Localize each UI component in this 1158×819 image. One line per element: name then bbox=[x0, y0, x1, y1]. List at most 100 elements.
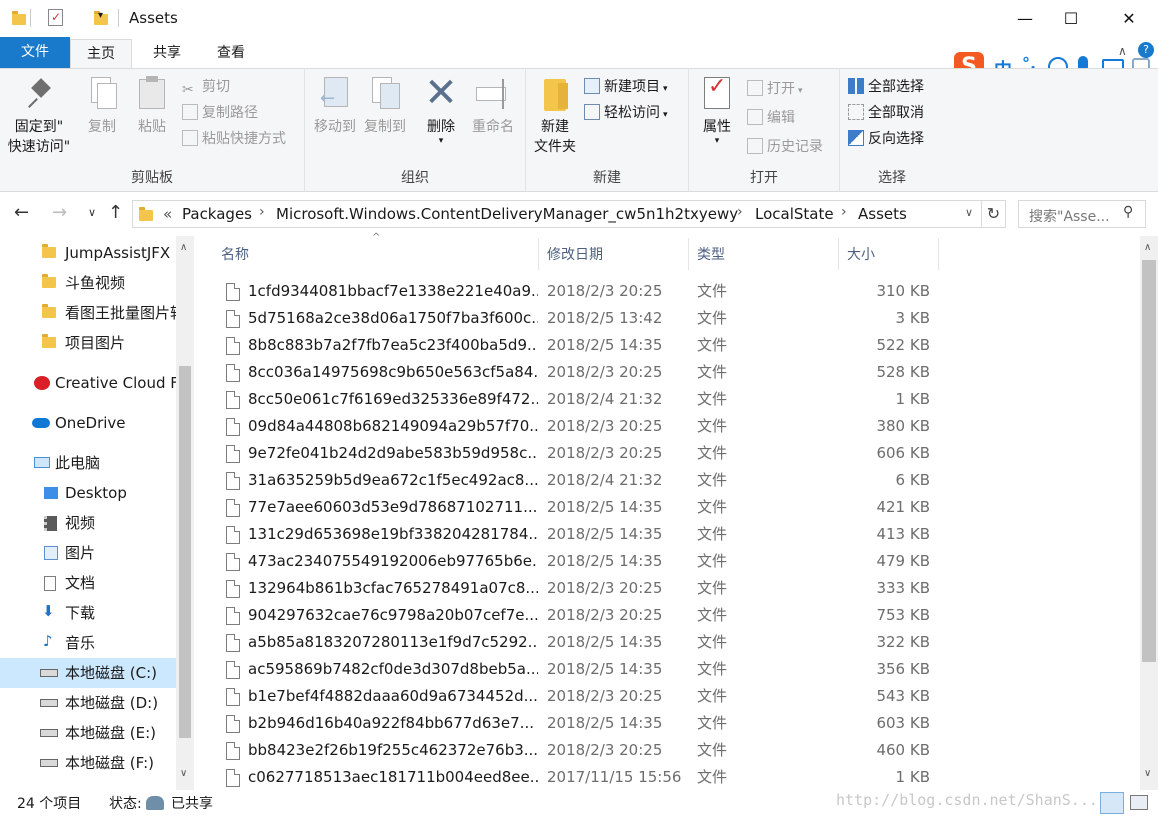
properties-button[interactable]: ✓ 属性 ▾ bbox=[697, 75, 737, 146]
easy-access-button[interactable]: 轻松访问 ▾ bbox=[584, 101, 668, 125]
edit-button[interactable]: 编辑 bbox=[747, 106, 795, 130]
customize-qat-icon[interactable]: ▾ bbox=[98, 10, 103, 21]
nav-item-desktop[interactable]: Desktop bbox=[0, 478, 176, 508]
delete-dropdown-icon[interactable]: ▾ bbox=[421, 137, 461, 146]
scroll-down-icon[interactable]: ∨ bbox=[1144, 768, 1151, 779]
new-item-button[interactable]: 新建项目 ▾ bbox=[584, 75, 668, 99]
refresh-icon[interactable]: ↻ bbox=[982, 200, 1006, 228]
breadcrumb-separator-icon[interactable]: › bbox=[259, 204, 265, 220]
large-icons-view-icon[interactable] bbox=[1130, 795, 1148, 810]
scroll-up-icon[interactable]: ∧ bbox=[1144, 242, 1151, 253]
breadcrumb-contentdeliverymanager[interactable]: Microsoft.Windows.ContentDeliveryManager… bbox=[276, 205, 738, 223]
nav-item-music[interactable]: ♪ 音乐 bbox=[0, 628, 176, 658]
file-row[interactable]: 1cfd9344081bbacf7e1338e221e40a9... 2018/2… bbox=[218, 278, 938, 305]
nav-item-downloads[interactable]: ⬇ 下载 bbox=[0, 598, 176, 628]
file-list-scrollbar[interactable]: ∧ ∨ bbox=[1140, 236, 1158, 790]
breadcrumb-localstate[interactable]: LocalState bbox=[755, 205, 834, 223]
file-row[interactable]: bb8423e2f26b19f255c462372e76b3... 2018/2/… bbox=[218, 737, 938, 764]
file-row[interactable]: b2b946d16b40a922f84bb677d63e7... 2018/2/5… bbox=[218, 710, 938, 737]
nav-item-creative-cloud[interactable]: Creative Cloud F bbox=[0, 368, 176, 398]
select-all-button[interactable]: 全部选择 bbox=[848, 75, 924, 99]
nav-item-drive-c[interactable]: 本地磁盘 (C:) bbox=[0, 658, 176, 688]
nav-item-project-images[interactable]: 项目图片 bbox=[0, 328, 176, 358]
nav-item-image-batch[interactable]: 看图王批量图片转 bbox=[0, 298, 176, 328]
tab-file[interactable]: 文件 bbox=[0, 37, 70, 68]
file-list-scroll-thumb[interactable] bbox=[1142, 260, 1156, 662]
select-none-button[interactable]: 全部取消 bbox=[848, 101, 924, 125]
properties-dropdown-icon[interactable]: ▾ bbox=[697, 137, 737, 146]
move-to-button[interactable]: ← 移动到 bbox=[311, 75, 359, 137]
address-dropdown-chevron-icon[interactable]: ∨ bbox=[965, 206, 973, 219]
recent-locations-chevron-icon[interactable]: ∨ bbox=[88, 206, 96, 219]
column-divider[interactable] bbox=[538, 238, 539, 270]
nav-item-douyu-video[interactable]: 斗鱼视频 bbox=[0, 268, 176, 298]
file-row[interactable]: 8cc50e061c7f6169ed325336e89f472... 2018/2… bbox=[218, 386, 938, 413]
nav-item-videos[interactable]: 视频 bbox=[0, 508, 176, 538]
nav-item-drive-e[interactable]: 本地磁盘 (E:) bbox=[0, 718, 176, 748]
file-row[interactable]: 904297632cae76c9798a20b07cef7e... 2018/2/… bbox=[218, 602, 938, 629]
file-row[interactable]: 8cc036a14975698c9b650e563cf5a84... 2018/2… bbox=[218, 359, 938, 386]
tab-home[interactable]: 主页 bbox=[70, 39, 132, 68]
navigation-pane-scroll-thumb[interactable] bbox=[179, 366, 191, 738]
file-row[interactable]: 132964b861b3cfac765278491a07c8... 2018/2/… bbox=[218, 575, 938, 602]
breadcrumb-separator-icon[interactable]: › bbox=[737, 204, 743, 220]
open-button[interactable]: 打开 ▾ bbox=[747, 77, 803, 101]
tab-share[interactable]: 共享 bbox=[137, 39, 197, 68]
minimize-button[interactable]: — bbox=[1002, 0, 1048, 36]
breadcrumb-assets[interactable]: Assets bbox=[858, 205, 907, 223]
file-row[interactable]: 9e72fe041b24d2d9abe583b59d958c... 2018/2/… bbox=[218, 440, 938, 467]
file-row[interactable]: 473ac234075549192006eb97765b6e... 2018/2/… bbox=[218, 548, 938, 575]
copy-to-button[interactable]: 复制到 bbox=[361, 75, 409, 137]
file-row[interactable]: 131c29d653698e19bf338204281784... 2018/2/… bbox=[218, 521, 938, 548]
nav-item-drive-f[interactable]: 本地磁盘 (F:) bbox=[0, 748, 176, 778]
paste-button[interactable]: 粘贴 bbox=[132, 75, 172, 137]
tab-view[interactable]: 查看 bbox=[201, 39, 261, 68]
file-row[interactable]: b1e7bef4f4882daaa60d9a6734452d... 2018/2/… bbox=[218, 683, 938, 710]
column-divider[interactable] bbox=[838, 238, 839, 270]
address-bar[interactable]: « Packages › Microsoft.Windows.ContentDe… bbox=[132, 200, 982, 228]
column-header-type[interactable]: 类型 bbox=[697, 244, 725, 264]
properties-qat-icon[interactable]: ✓ bbox=[48, 9, 63, 26]
new-folder-button[interactable]: 新建 文件夹 bbox=[530, 75, 580, 157]
file-row[interactable]: 5d75168a2ce38d06a1750f7ba3f600c... 2018/2… bbox=[218, 305, 938, 332]
nav-item-jumpassistjfx[interactable]: JumpAssistJFX bbox=[0, 238, 176, 268]
nav-item-this-pc[interactable]: 此电脑 bbox=[0, 448, 176, 478]
invert-selection-button[interactable]: 反向选择 bbox=[848, 127, 924, 151]
nav-item-documents[interactable]: 文档 bbox=[0, 568, 176, 598]
search-icon[interactable]: ⚲ bbox=[1123, 204, 1133, 220]
paste-shortcut-button[interactable]: 粘贴快捷方式 bbox=[182, 127, 286, 151]
nav-item-drive-d[interactable]: 本地磁盘 (D:) bbox=[0, 688, 176, 718]
copy-button[interactable]: 复制 bbox=[82, 75, 122, 137]
breadcrumb-separator-icon[interactable]: › bbox=[841, 204, 847, 220]
breadcrumb-overflow[interactable]: « bbox=[163, 205, 172, 223]
file-row[interactable]: ac595869b7482cf0de3d307d8beb5a... 2018/2/… bbox=[218, 656, 938, 683]
navigation-pane-scrollbar[interactable]: ∧ ∨ bbox=[176, 236, 194, 790]
file-row[interactable]: c0627718513aec181711b004eed8ee... 2017/11… bbox=[218, 764, 938, 791]
delete-button[interactable]: ✕ 删除 ▾ bbox=[421, 73, 461, 146]
column-header-name[interactable]: 名称 bbox=[221, 244, 249, 264]
file-row[interactable]: a5b85a8183207280113e1f9d7c5292... 2018/2/… bbox=[218, 629, 938, 656]
nav-item-pictures[interactable]: 图片 bbox=[0, 538, 176, 568]
column-divider[interactable] bbox=[688, 238, 689, 270]
close-button[interactable]: ✕ bbox=[1106, 0, 1152, 36]
pin-quick-access-button[interactable]: 固定到" 快速访问" bbox=[6, 75, 72, 157]
search-input[interactable]: 搜索"Asse... bbox=[1029, 206, 1110, 226]
column-header-size[interactable]: 大小 bbox=[847, 244, 875, 264]
maximize-button[interactable]: ☐ bbox=[1048, 0, 1094, 36]
copy-path-button[interactable]: 复制路径 bbox=[182, 101, 258, 125]
file-row[interactable]: 31a635259b5d9ea672c1f5ec492ac8... 2018/2/… bbox=[218, 467, 938, 494]
up-arrow-icon[interactable]: ↑ bbox=[108, 202, 123, 223]
column-header-date[interactable]: 修改日期 bbox=[547, 244, 603, 264]
file-row[interactable]: 8b8c883b7a2f7fb7ea5c23f400ba5d9... 2018/2… bbox=[218, 332, 938, 359]
details-view-icon[interactable] bbox=[1100, 792, 1124, 814]
rename-button[interactable]: 重命名 bbox=[469, 75, 517, 137]
cut-button[interactable]: ✂ 剪切 bbox=[182, 75, 230, 99]
back-arrow-icon[interactable]: ← bbox=[14, 202, 29, 223]
scroll-up-icon[interactable]: ∧ bbox=[180, 242, 187, 253]
search-box[interactable]: 搜索"Asse... ⚲ bbox=[1018, 200, 1146, 228]
file-row[interactable]: 77e7aee60603d53e9d78687102711... 2018/2/5… bbox=[218, 494, 938, 521]
column-divider[interactable] bbox=[938, 238, 939, 270]
nav-item-onedrive[interactable]: OneDrive bbox=[0, 408, 176, 438]
breadcrumb-packages[interactable]: Packages bbox=[182, 205, 252, 223]
forward-arrow-icon[interactable]: → bbox=[52, 202, 67, 223]
